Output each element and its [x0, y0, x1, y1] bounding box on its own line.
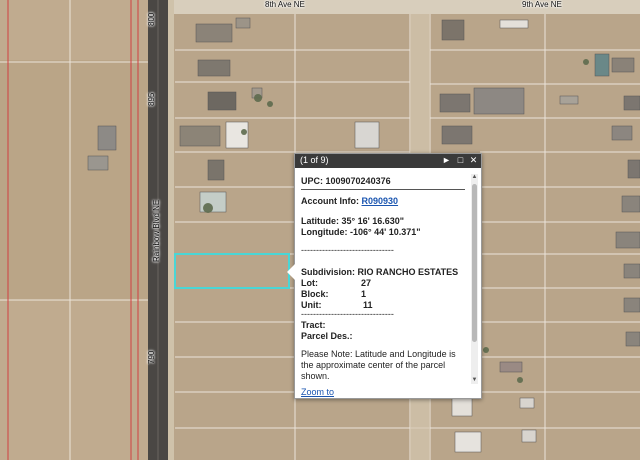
maximize-icon[interactable]: □: [455, 155, 466, 166]
parcel-description-label: Parcel Des.:: [301, 331, 353, 341]
subdivision-value: RIO RANCHO ESTATES: [357, 267, 459, 277]
popup-pointer: [287, 264, 295, 280]
street-label-9th-ave: 9th Ave NE: [522, 0, 562, 9]
account-info-link[interactable]: R090930: [362, 196, 399, 206]
address-label-800: 800: [147, 12, 156, 26]
next-arrow-icon[interactable]: ►: [441, 155, 452, 166]
longitude-value: -106° 44' 10.371": [350, 227, 421, 237]
latitude-value: 35° 16' 16.630": [341, 216, 405, 226]
account-info-label: Account Info:: [301, 196, 359, 206]
dash-separator-2: -------------------------------: [301, 309, 394, 319]
dash-separator: -------------------------------: [301, 245, 394, 255]
street-label-8th-ave: 8th Ave NE: [265, 0, 305, 9]
latitude-label: Latitude:: [301, 216, 339, 226]
address-label-790: 790: [147, 350, 156, 364]
upc-label: UPC:: [301, 176, 323, 186]
close-icon[interactable]: ✕: [468, 155, 479, 166]
popup-scrollbar[interactable]: ▲ ▼: [471, 174, 478, 384]
street-label-rainbow-blvd: Rainbow Blvd NE: [152, 199, 161, 262]
popup-feature-count: (1 of 9): [300, 155, 329, 165]
zoom-to-link[interactable]: Zoom to: [301, 387, 334, 397]
lat-long-note: Please Note: Latitude and Longitude is t…: [301, 349, 456, 381]
block-value: 1: [361, 289, 367, 299]
popup-divider: [301, 189, 465, 190]
longitude-label: Longitude:: [301, 227, 348, 237]
address-label-895: 895: [147, 92, 156, 106]
scroll-thumb[interactable]: [472, 184, 477, 342]
subdivision-label: Subdivision:: [301, 267, 355, 277]
lot-value: 27: [361, 278, 372, 288]
tract-label: Tract:: [301, 320, 326, 330]
parcel-info-popup: (1 of 9) ► □ ✕ UPC: 1009070240376 Accoun…: [287, 153, 482, 399]
scroll-down-icon[interactable]: ▼: [471, 377, 478, 384]
scroll-up-icon[interactable]: ▲: [471, 174, 478, 181]
block-label: Block:: [301, 289, 329, 299]
lot-label: Lot:: [301, 278, 318, 288]
popup-header: (1 of 9) ► □ ✕: [295, 154, 481, 168]
upc-value: 1009070240376: [325, 176, 391, 186]
